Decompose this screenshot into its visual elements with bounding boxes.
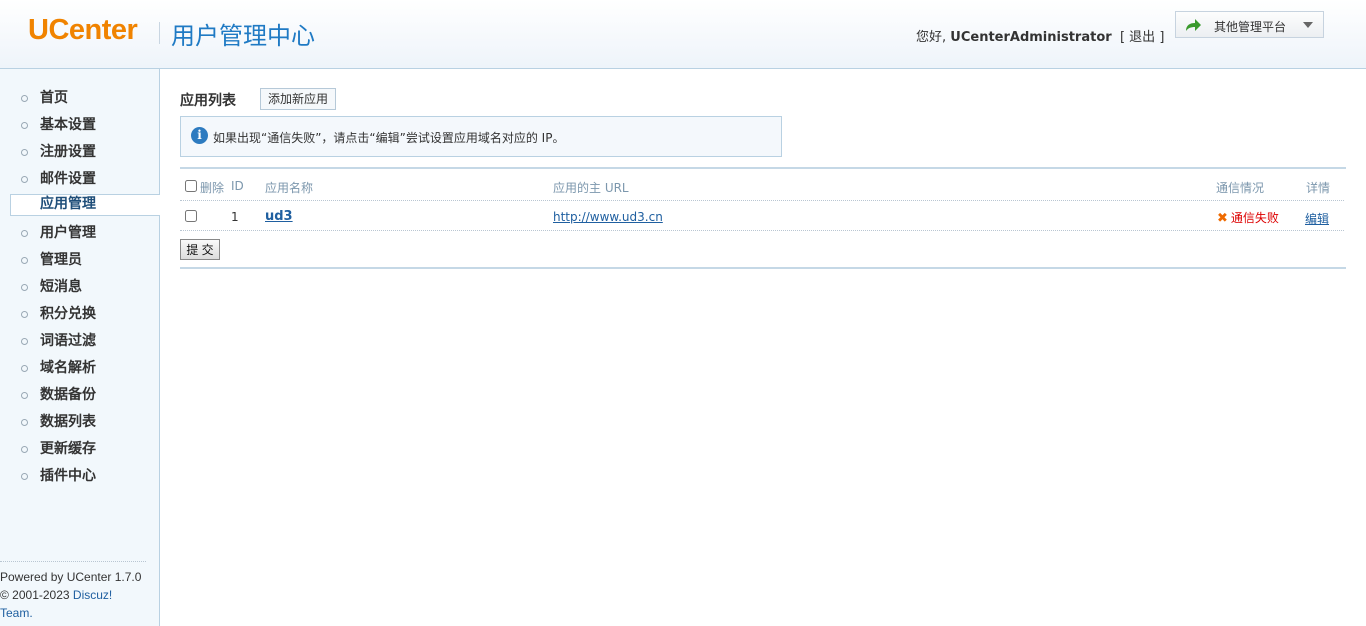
page-title: 用户管理中心 xyxy=(171,22,315,50)
column-header-name: 应用名称 xyxy=(265,181,314,195)
logout-link[interactable]: 退出 xyxy=(1129,30,1155,45)
bullet-icon xyxy=(21,446,28,453)
app-name-link[interactable]: ud3 xyxy=(265,209,293,224)
ucenter-logo[interactable]: UCenter xyxy=(28,14,138,47)
copyright-years: © 2001-2023 xyxy=(0,588,70,602)
bullet-icon xyxy=(21,392,28,399)
bullet-icon xyxy=(21,176,28,183)
other-platforms-dropdown[interactable]: 其他管理平台 xyxy=(1175,11,1324,38)
sidebar-item-user-management[interactable]: 用户管理 xyxy=(0,220,160,247)
sidebar-item-label: 域名解析 xyxy=(40,360,96,376)
sidebar-item-label: 数据列表 xyxy=(40,414,96,430)
sidebar-item-credit-exchange[interactable]: 积分兑换 xyxy=(0,301,160,328)
bullet-icon xyxy=(21,95,28,102)
notice-box: i 如果出现“通信失败”，请点击“编辑”尝试设置应用域名对应的 IP。 xyxy=(180,116,782,157)
powered-by-text: Powered by UCenter 1.7.0 xyxy=(0,570,142,584)
bullet-icon xyxy=(21,284,28,291)
row-id: 1 xyxy=(231,210,239,224)
username: UCenterAdministrator xyxy=(950,30,1112,45)
discuz-link[interactable]: Discuz! xyxy=(73,588,112,602)
app-url-link[interactable]: http://www.ud3.cn xyxy=(553,210,663,224)
submit-button[interactable]: 提 交 xyxy=(180,239,220,260)
bullet-icon xyxy=(21,365,28,372)
sidebar-item-plugin-center[interactable]: 插件中心 xyxy=(0,463,160,490)
status-badge: ✖ 通信失败 xyxy=(1217,209,1279,226)
bullet-icon xyxy=(21,230,28,237)
sidebar-item-label: 数据备份 xyxy=(40,387,96,403)
sidebar-item-label: 邮件设置 xyxy=(40,171,96,187)
sidebar-item-label: 插件中心 xyxy=(40,468,96,484)
sidebar-item-mail-settings[interactable]: 邮件设置 xyxy=(0,166,160,193)
sidebar-item-app-management[interactable]: 应用管理 xyxy=(0,193,160,220)
row-divider xyxy=(180,230,1344,231)
sidebar-item-label: 积分兑换 xyxy=(40,306,96,322)
logout-bracket-close: ] xyxy=(1159,30,1165,45)
sidebar-item-admins[interactable]: 管理员 xyxy=(0,247,160,274)
row-divider xyxy=(180,200,1344,201)
chevron-down-icon xyxy=(1303,22,1313,28)
discuz-team-link[interactable]: Team. xyxy=(0,606,33,620)
sidebar-item-messages[interactable]: 短消息 xyxy=(0,274,160,301)
sidebar-item-label: 基本设置 xyxy=(40,117,96,133)
sidebar-item-label: 用户管理 xyxy=(40,225,96,241)
sidebar-item-basic-settings[interactable]: 基本设置 xyxy=(0,112,160,139)
add-app-button[interactable]: 添加新应用 xyxy=(260,88,337,110)
bullet-icon xyxy=(21,419,28,426)
header: UCenter 用户管理中心 您好, UCenterAdministrator … xyxy=(0,0,1366,69)
row-delete-checkbox[interactable] xyxy=(185,210,197,222)
table-top-border xyxy=(180,167,1346,169)
sidebar-item-data-list[interactable]: 数据列表 xyxy=(0,409,160,436)
info-icon: i xyxy=(191,127,208,144)
logo-divider xyxy=(159,22,160,44)
bullet-icon xyxy=(21,149,28,156)
sidebar-item-word-filter[interactable]: 词语过滤 xyxy=(0,328,160,355)
sidebar-menu: 首页 基本设置 注册设置 邮件设置 应用管理 用户管理 管理员 短消息 积分兑换… xyxy=(0,85,160,490)
column-header-detail: 详情 xyxy=(1306,181,1331,195)
bullet-icon xyxy=(21,257,28,264)
sidebar-item-label: 词语过滤 xyxy=(40,333,96,349)
sidebar-item-data-backup[interactable]: 数据备份 xyxy=(0,382,160,409)
sidebar-item-label: 应用管理 xyxy=(40,196,96,212)
edit-link[interactable]: 编辑 xyxy=(1305,210,1329,227)
sidebar-item-domain-resolve[interactable]: 域名解析 xyxy=(0,355,160,382)
sidebar-footer-divider xyxy=(0,561,146,562)
column-header-delete: 删除 xyxy=(200,181,225,195)
column-header-status: 通信情况 xyxy=(1216,181,1265,195)
sidebar-item-update-cache[interactable]: 更新缓存 xyxy=(0,436,160,463)
sidebar-item-label: 更新缓存 xyxy=(40,441,96,457)
notice-text: 如果出现“通信失败”，请点击“编辑”尝试设置应用域名对应的 IP。 xyxy=(213,131,565,145)
sidebar-item-register-settings[interactable]: 注册设置 xyxy=(0,139,160,166)
sidebar-item-label: 首页 xyxy=(40,90,68,106)
column-header-url: 应用的主 URL xyxy=(553,181,629,195)
sidebar-item-label: 管理员 xyxy=(40,252,82,268)
logout-bracket-open: [ xyxy=(1119,30,1126,45)
sidebar-item-label: 注册设置 xyxy=(40,144,96,160)
sidebar: 首页 基本设置 注册设置 邮件设置 应用管理 用户管理 管理员 短消息 积分兑换… xyxy=(0,69,160,626)
platform-label: 其他管理平台 xyxy=(1214,20,1287,34)
greeting-prefix: 您好, xyxy=(916,30,947,45)
status-text: 通信失败 xyxy=(1230,211,1279,225)
select-all-checkbox[interactable] xyxy=(185,180,197,192)
sidebar-item-home[interactable]: 首页 xyxy=(0,85,160,112)
column-header-id: ID xyxy=(231,179,244,193)
user-greeting: 您好, UCenterAdministrator [ 退出 ] xyxy=(916,26,1164,45)
bullet-icon xyxy=(21,338,28,345)
bullet-icon xyxy=(21,311,28,318)
section-title: 应用列表 xyxy=(180,93,236,109)
table-bottom-border xyxy=(180,267,1346,269)
error-x-icon: ✖ xyxy=(1217,211,1228,226)
sidebar-item-label: 短消息 xyxy=(40,279,82,295)
bullet-icon xyxy=(21,122,28,129)
share-arrow-icon xyxy=(1186,19,1201,31)
bullet-icon xyxy=(21,473,28,480)
sidebar-copyright: Powered by UCenter 1.7.0 © 2001-2023 Dis… xyxy=(0,568,158,622)
